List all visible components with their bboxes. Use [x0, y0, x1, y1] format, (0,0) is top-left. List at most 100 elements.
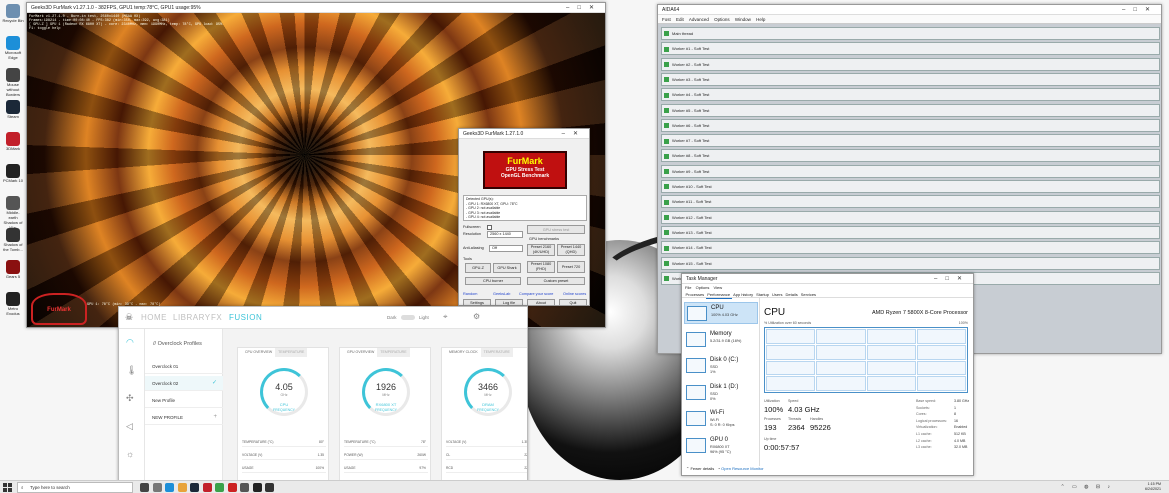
- thread-row[interactable]: Worker #3 - Soft Test: [661, 72, 1160, 86]
- chevron-up-icon[interactable]: ⌃: [686, 466, 689, 471]
- thread-row[interactable]: Worker #7 - Soft Test: [661, 134, 1160, 148]
- thread-row[interactable]: Worker #10 - Soft Test: [661, 180, 1160, 193]
- profile-item[interactable]: Overclock 01: [145, 359, 223, 374]
- 3dmark-icon[interactable]: [202, 483, 212, 492]
- tab-startup[interactable]: Startup: [755, 291, 771, 298]
- tab-details[interactable]: Details: [784, 291, 799, 298]
- desktop-icon[interactable]: Metro Exodus: [2, 292, 24, 320]
- sidebar-item-disk-0-c-[interactable]: Disk 0 (C:) SSD 1%: [684, 355, 758, 377]
- quit-button[interactable]: Quit: [559, 299, 587, 305]
- furmark-icon[interactable]: [227, 483, 237, 492]
- thread-row[interactable]: Worker #11 - Soft Test: [661, 195, 1160, 209]
- card-tab[interactable]: TEMPERATURE: [377, 348, 410, 357]
- profile-item[interactable]: NEW PROFILE +: [145, 410, 223, 425]
- menu-item[interactable]: Advanced: [689, 17, 709, 22]
- nav-home[interactable]: HOME: [141, 313, 167, 322]
- desktop-icon[interactable]: Recycle Bin: [2, 4, 24, 32]
- window-controls[interactable]: –□✕: [1122, 5, 1158, 14]
- system-tray[interactable]: ⌃ ▭ ◍ ⊟ ♪: [1060, 484, 1113, 490]
- task-view-icon[interactable]: [140, 483, 149, 492]
- sidebar-item-disk-1-d-[interactable]: Disk 1 (D:) SSD 0%: [684, 382, 758, 404]
- thread-row[interactable]: Main thread: [661, 27, 1160, 40]
- card-tab-active[interactable]: CPU OVERVIEW: [242, 348, 276, 357]
- thread-row[interactable]: Worker #1 - Soft Test: [661, 42, 1160, 56]
- resolution-select[interactable]: 2560 x 1440: [487, 231, 523, 238]
- card-tab-active[interactable]: MEMORY CLOCK: [446, 348, 481, 357]
- tab-app-history[interactable]: App history: [732, 291, 755, 298]
- sidebar-item-gpu-0[interactable]: GPU 0 RX6800 XT 96% (95 °C): [684, 435, 758, 457]
- gpushark-button[interactable]: GPU Shark: [493, 263, 521, 273]
- widget-icon[interactable]: [152, 483, 162, 492]
- nzxt-cam-window[interactable]: ☠ Dark Light ⌖ ⚙ HOME LIBRARY FX FUSION ◠ 🌡…: [118, 306, 528, 480]
- menu-item[interactable]: Help: [756, 17, 765, 22]
- settings-gear-icon[interactable]: ⚙: [473, 312, 480, 321]
- sidebar-item-wi-fi[interactable]: Wi-Fi Wi-Fi S: 0 R: 0 Kbps: [684, 408, 758, 430]
- furmark-titlebar[interactable]: Geeks3D FurMark v1.27.1.0 - 382FPS, GPU1…: [27, 3, 605, 13]
- aa-select[interactable]: Off: [489, 245, 523, 252]
- gpuz-icon[interactable]: [240, 483, 249, 492]
- about-button[interactable]: About: [527, 299, 555, 305]
- random-link[interactable]: Random: [463, 292, 477, 296]
- gpuz-button[interactable]: GPU-Z: [465, 263, 491, 273]
- log-file-button[interactable]: Log file: [495, 299, 523, 305]
- theme-toggle[interactable]: [401, 315, 415, 320]
- fan-icon[interactable]: ✣: [126, 393, 134, 404]
- thread-row[interactable]: Worker #14 - Soft Test: [661, 241, 1160, 255]
- menu-item[interactable]: View: [714, 285, 723, 290]
- menu-item[interactable]: Edit: [676, 17, 684, 22]
- preset-1080-button[interactable]: Preset 1080 (FHD): [527, 261, 555, 273]
- nzxt-cam-icon[interactable]: [265, 483, 274, 492]
- thread-row[interactable]: Worker #2 - Soft Test: [661, 57, 1160, 71]
- task-manager-titlebar[interactable]: Task Manager –□✕: [682, 274, 973, 284]
- menu-item[interactable]: File: [685, 285, 691, 290]
- tab-users[interactable]: Users: [771, 291, 784, 298]
- thread-row[interactable]: Worker #13 - Soft Test: [661, 225, 1160, 239]
- window-controls[interactable]: –□✕: [566, 3, 602, 12]
- desktop-icon[interactable]: PCMark 10: [2, 164, 24, 192]
- start-button[interactable]: [3, 483, 12, 492]
- menu-item[interactable]: Fost: [662, 17, 671, 22]
- taskbar-clock[interactable]: 1:15 PM 6/24/2021: [1145, 482, 1161, 492]
- desktop-icon[interactable]: Middle-earth Shadow of War: [2, 196, 24, 230]
- notification-icon[interactable]: ⌖: [443, 312, 448, 322]
- preset-2160-button[interactable]: Preset 2160 (4K/UHD): [527, 244, 555, 256]
- desktop-icon[interactable]: Steam: [2, 100, 24, 128]
- thread-row[interactable]: Worker #6 - Soft Test: [661, 118, 1160, 132]
- desktop-icon[interactable]: Shadow of the Tomb...: [2, 228, 24, 256]
- menu-item[interactable]: Options: [696, 285, 710, 290]
- online-scores-link[interactable]: Online scores: [563, 292, 586, 296]
- geekslab-link[interactable]: GeeksLab: [493, 292, 510, 296]
- card-tab-active[interactable]: GPU OVERVIEW: [344, 348, 378, 357]
- cpu-burner-button[interactable]: CPU burner: [465, 277, 521, 285]
- fullscreen-checkbox[interactable]: [487, 225, 492, 230]
- thread-row[interactable]: Worker #15 - Soft Test: [661, 256, 1160, 270]
- open-resource-monitor-link[interactable]: Open Resource Monitor: [721, 466, 763, 471]
- preset-720-button[interactable]: Preset 720: [557, 261, 585, 273]
- profile-item[interactable]: New Profile: [145, 393, 223, 408]
- thread-row[interactable]: Worker #9 - Soft Test: [661, 164, 1160, 178]
- desktop-icon[interactable]: Gears 5: [2, 260, 24, 288]
- speaker-icon[interactable]: ◁: [126, 421, 133, 432]
- aida64-titlebar[interactable]: AIDA64 –□✕: [658, 5, 1161, 15]
- furmark-dialog[interactable]: Geeks3D FurMark 1.27.1.0 –✕ FurMark GPU …: [458, 128, 590, 306]
- compare-score-link[interactable]: Compare your score: [519, 292, 553, 296]
- window-controls[interactable]: –✕: [562, 129, 586, 138]
- fewer-details-link[interactable]: Fewer details: [690, 466, 714, 471]
- thread-row[interactable]: Worker #5 - Soft Test: [661, 103, 1160, 117]
- tab-processes[interactable]: Processes: [684, 291, 706, 298]
- nav-fusion[interactable]: FUSION: [229, 313, 262, 322]
- card-tab[interactable]: TEMPERATURE: [480, 348, 513, 357]
- nav-library[interactable]: LIBRARY: [173, 313, 211, 322]
- temperature-icon[interactable]: 🌡: [126, 365, 137, 376]
- sidebar-item-memory[interactable]: Memory 5.2/31.9 GB (16%): [684, 329, 758, 351]
- gpu-stress-test-button[interactable]: GPU stress test: [527, 225, 585, 234]
- custom-preset-button[interactable]: Custom preset: [527, 277, 585, 285]
- desktop-icon[interactable]: Mouse without Borders: [2, 68, 24, 97]
- task-manager-window[interactable]: Task Manager –□✕ File Options View Proce…: [681, 273, 974, 476]
- taskbar-search[interactable]: ⌕ Type here to search: [17, 482, 133, 493]
- file-explorer-icon[interactable]: [177, 483, 187, 492]
- settings-button[interactable]: Settings: [463, 299, 491, 305]
- overclock-icon[interactable]: ◠: [126, 337, 134, 348]
- aida64-icon[interactable]: [215, 483, 224, 492]
- thread-row[interactable]: Worker #12 - Soft Test: [661, 210, 1160, 224]
